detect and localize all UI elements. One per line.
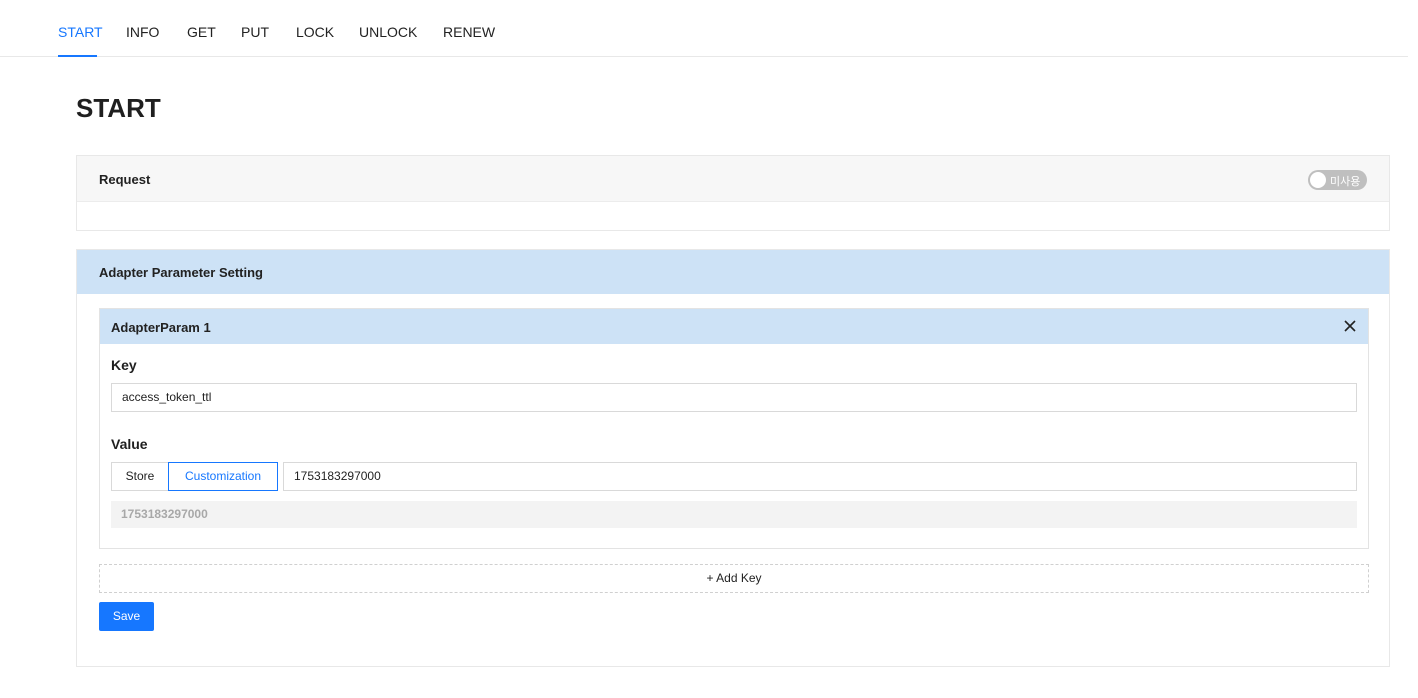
tab-put[interactable]: PUT xyxy=(241,24,269,57)
tab-renew[interactable]: RENEW xyxy=(443,24,495,57)
request-card: Request 미사용 xyxy=(76,155,1390,231)
add-key-button[interactable]: + Add Key xyxy=(99,564,1369,593)
close-icon[interactable] xyxy=(1342,318,1358,334)
adapter-parameter-card: Adapter Parameter Setting AdapterParam 1… xyxy=(76,249,1390,667)
adapter-param-card: AdapterParam 1 Key access_token_ttl Valu… xyxy=(99,308,1369,549)
value-preview: 1753183297000 xyxy=(111,501,1357,528)
save-button[interactable]: Save xyxy=(99,602,154,631)
key-label: Key xyxy=(111,357,137,373)
page-title: START xyxy=(76,93,161,123)
tab-start[interactable]: START xyxy=(58,24,103,57)
key-input[interactable]: access_token_ttl xyxy=(111,383,1357,412)
adapter-param-title: AdapterParam 1 xyxy=(111,320,211,335)
segment-store-button[interactable]: Store xyxy=(111,462,169,491)
tab-info[interactable]: INFO xyxy=(126,24,159,57)
adapter-param-header: AdapterParam 1 xyxy=(100,309,1368,344)
request-title: Request xyxy=(99,172,151,187)
segment-customization-button[interactable]: Customization xyxy=(168,462,278,491)
tab-bar: START INFO GET PUT LOCK UNLOCK RENEW xyxy=(0,0,1408,57)
toggle-knob xyxy=(1310,172,1326,188)
value-input[interactable]: 1753183297000 xyxy=(283,462,1357,491)
tab-lock[interactable]: LOCK xyxy=(296,24,334,57)
value-label: Value xyxy=(111,436,148,452)
tab-unlock[interactable]: UNLOCK xyxy=(359,24,417,57)
adapter-title: Adapter Parameter Setting xyxy=(99,265,263,280)
request-toggle[interactable]: 미사용 xyxy=(1308,170,1367,190)
toggle-label: 미사용 xyxy=(1330,176,1361,188)
tab-get[interactable]: GET xyxy=(187,24,216,57)
request-card-header: Request 미사용 xyxy=(77,156,1389,202)
adapter-card-header: Adapter Parameter Setting xyxy=(77,250,1389,294)
